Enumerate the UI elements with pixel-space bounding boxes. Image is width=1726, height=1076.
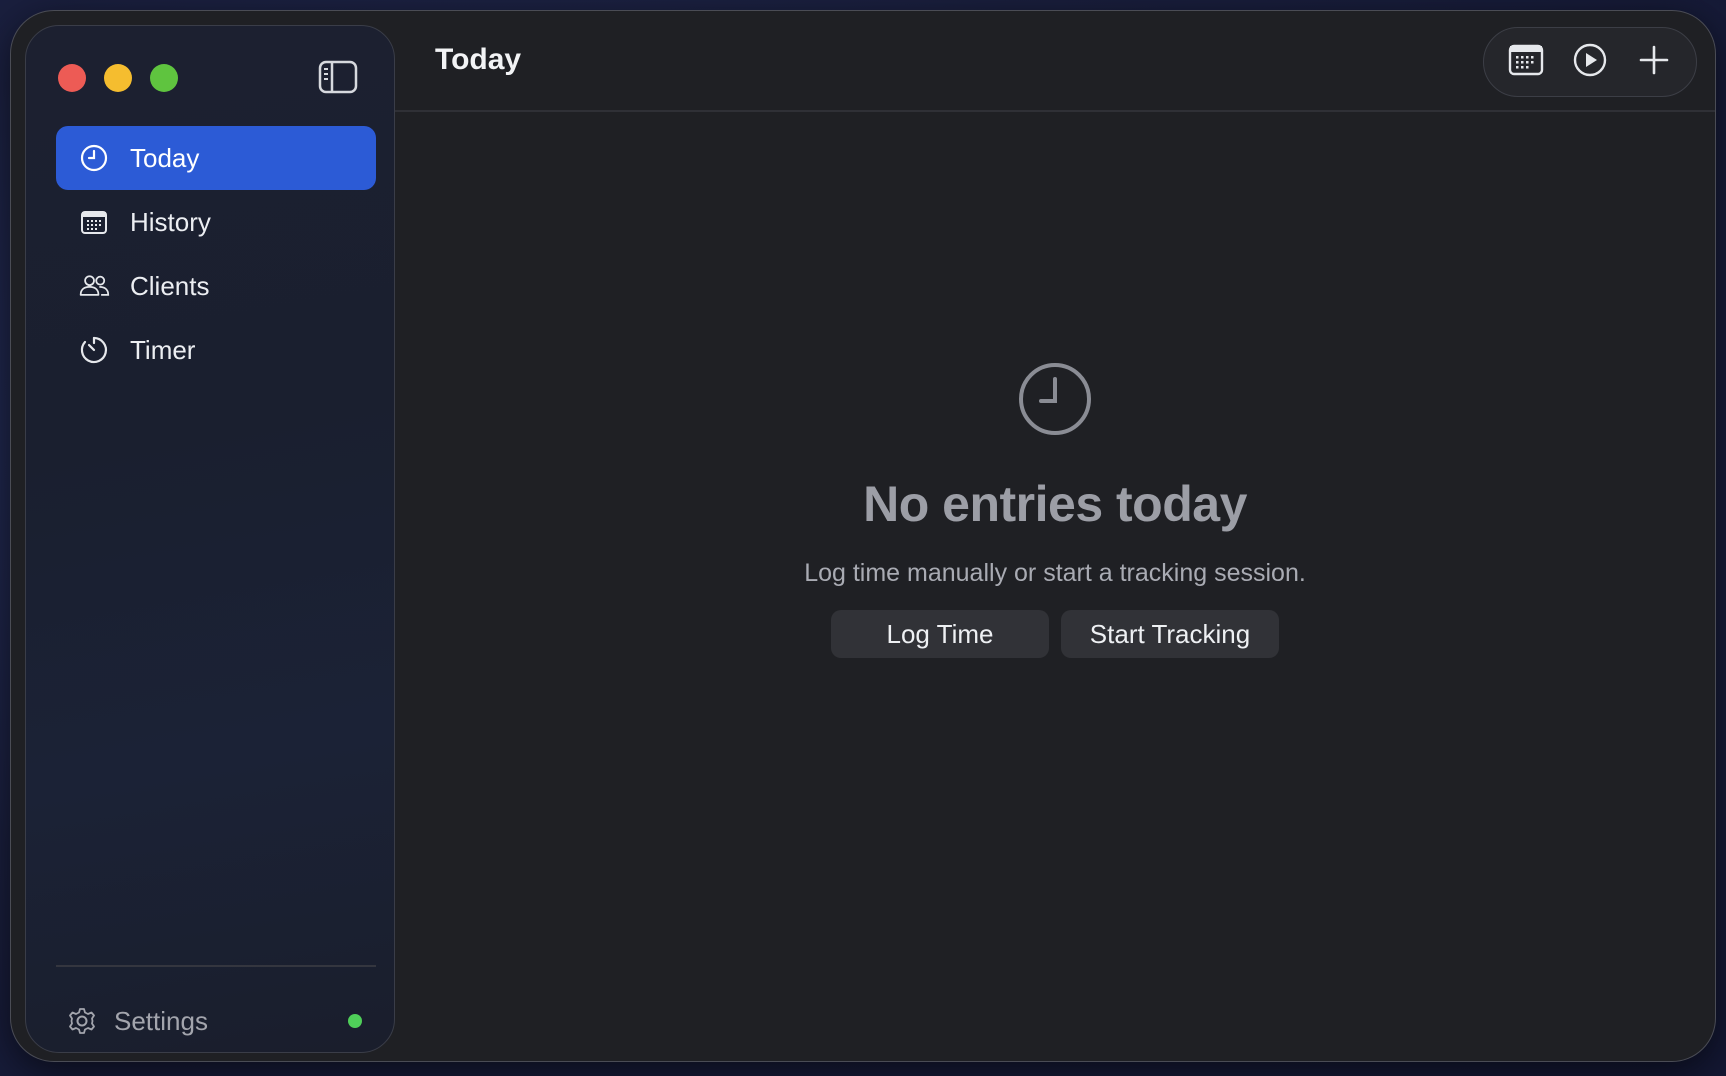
sidebar-item-label: Clients: [130, 270, 210, 301]
sidebar-item-clients[interactable]: Clients: [56, 254, 376, 318]
sidebar-nav: Today History Clients Timer: [56, 126, 376, 382]
empty-state-subtitle: Log time manually or start a tracking se…: [804, 559, 1306, 587]
clock-icon: [78, 142, 110, 174]
gear-icon: [66, 1005, 98, 1037]
sidebar-item-label: Today: [130, 142, 200, 173]
empty-state-title: No entries today: [863, 476, 1247, 532]
status-indicator: [348, 1014, 362, 1028]
app-window: Today History Clients Timer Settings Tod…: [10, 10, 1716, 1062]
main-content: Today No entries today Log time manually…: [395, 11, 1715, 1061]
sidebar-divider: [56, 965, 376, 967]
settings-button[interactable]: Settings: [66, 996, 366, 1046]
empty-state-actions: Log Time Start Tracking: [395, 610, 1715, 658]
topbar: Today: [395, 11, 1715, 112]
calendar-button[interactable]: [1501, 37, 1551, 87]
settings-label: Settings: [114, 1005, 208, 1036]
sidebar: Today History Clients Timer Settings: [25, 25, 395, 1053]
log-time-button[interactable]: Log Time: [831, 610, 1049, 658]
calendar-icon: [78, 206, 110, 238]
add-entry-button[interactable]: [1629, 37, 1679, 87]
sidebar-item-today[interactable]: Today: [56, 126, 376, 190]
window-controls: [58, 64, 178, 92]
play-icon: [1572, 42, 1608, 83]
toolbar: [1483, 27, 1697, 97]
sidebar-item-history[interactable]: History: [56, 190, 376, 254]
start-timer-button[interactable]: [1565, 37, 1615, 87]
zoom-window-button[interactable]: [150, 64, 178, 92]
start-tracking-button[interactable]: Start Tracking: [1061, 610, 1279, 658]
close-window-button[interactable]: [58, 64, 86, 92]
sidebar-item-timer[interactable]: Timer: [56, 318, 376, 382]
sidebar-toggle-icon[interactable]: [318, 60, 358, 94]
plus-icon: [1638, 44, 1670, 81]
page-title: Today: [435, 43, 522, 76]
people-icon: [78, 270, 110, 302]
timer-icon: [78, 334, 110, 366]
empty-state: No entries today Log time manually or st…: [395, 361, 1715, 658]
minimize-window-button[interactable]: [104, 64, 132, 92]
calendar-icon: [1508, 43, 1544, 82]
sidebar-item-label: History: [130, 206, 211, 237]
clock-icon: [1017, 361, 1093, 437]
sidebar-item-label: Timer: [130, 334, 196, 365]
